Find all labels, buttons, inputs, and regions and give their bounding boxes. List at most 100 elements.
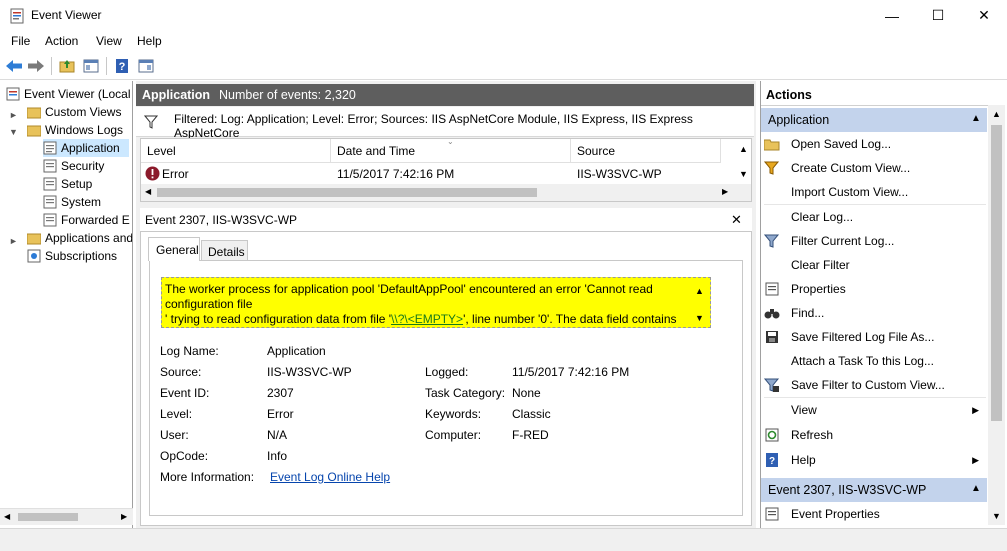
keywords-label: Keywords: <box>425 407 482 421</box>
table-row[interactable]: Error 11/5/2017 7:42:16 PM IIS-W3SVC-WP <box>141 164 735 184</box>
tree-horizontal-scrollbar[interactable]: ◀ ▶ <box>0 508 133 525</box>
actions-vertical-scrollbar[interactable]: ▲ ▼ <box>988 105 1005 525</box>
actions-section-application[interactable]: Application ▲ <box>761 108 987 132</box>
tree-item-windows-logs[interactable]: Windows Logs <box>26 121 124 139</box>
menu-action[interactable]: Action <box>45 34 78 48</box>
event-viewer-icon <box>6 87 20 101</box>
scroll-up-icon[interactable]: ▲ <box>992 109 1001 119</box>
action-import-custom-view[interactable]: Import Custom View... <box>764 181 986 203</box>
tab-details[interactable]: Details <box>201 240 248 260</box>
show-hide-tree-button[interactable] <box>82 57 100 75</box>
log-icon <box>43 159 57 173</box>
scroll-down-icon[interactable]: ▼ <box>992 511 1001 521</box>
collapse-icon[interactable]: ▲ <box>971 483 981 494</box>
menu-help[interactable]: Help <box>137 34 162 48</box>
scroll-left-icon[interactable]: ◀ <box>4 512 10 521</box>
action-label: Save Filtered Log File As... <box>791 330 935 344</box>
help-button[interactable]: ? <box>113 57 131 75</box>
actions-section-event[interactable]: Event 2307, IIS-W3SVC-WP ▲ <box>761 478 987 502</box>
scroll-right-icon[interactable]: ▶ <box>722 187 728 196</box>
scrollbar-thumb[interactable] <box>18 513 78 521</box>
console-tree: Event Viewer (Local ► Custom Views ▼ Win… <box>0 81 133 528</box>
column-header-date[interactable]: Date and Time ⌄ <box>331 137 571 163</box>
grid-vertical-scrollbar[interactable]: ▲ ▼ <box>735 139 751 183</box>
action-event-properties[interactable]: Event Properties <box>764 503 986 525</box>
keywords-value: Classic <box>512 407 551 421</box>
action-properties[interactable]: Properties <box>764 278 986 300</box>
event-id-value: 2307 <box>267 386 294 400</box>
description-text: ' trying to read configuration data from… <box>165 312 392 326</box>
action-filter-current-log[interactable]: Filter Current Log... <box>764 230 986 252</box>
action-create-custom-view[interactable]: Create Custom View... <box>764 157 986 179</box>
maximize-button[interactable]: ☐ <box>915 0 961 31</box>
back-button[interactable] <box>5 57 23 75</box>
action-attach-task[interactable]: Attach a Task To this Log... <box>764 350 986 372</box>
action-find[interactable]: Find... <box>764 302 986 324</box>
collapse-icon[interactable]: ▲ <box>971 113 981 124</box>
tab-general[interactable]: General <box>148 237 200 261</box>
console-tree-icon <box>83 59 99 73</box>
log-icon <box>43 141 57 155</box>
close-window-button[interactable]: ✕ <box>961 0 1007 31</box>
log-icon <box>43 213 57 227</box>
scroll-down-icon[interactable]: ▼ <box>695 311 704 326</box>
show-hide-action-pane-button[interactable] <box>137 57 155 75</box>
column-header-source[interactable]: Source <box>571 139 721 163</box>
submenu-arrow-icon: ▶ <box>972 454 979 465</box>
event-description[interactable]: The worker process for application pool … <box>161 277 711 328</box>
binoculars-icon <box>764 305 780 321</box>
tree-item-security[interactable]: Security <box>43 157 104 175</box>
chevron-right-icon[interactable]: ► <box>9 236 18 246</box>
minimize-button[interactable]: — <box>869 0 915 31</box>
column-header-level[interactable]: Level <box>141 139 331 163</box>
log-name-label: Log Name: <box>160 344 219 358</box>
tree-item-applications-services[interactable]: Applications and <box>26 229 132 247</box>
tree-item-root[interactable]: Event Viewer (Local <box>6 85 131 103</box>
tree-item-subscriptions[interactable]: Subscriptions <box>27 247 117 265</box>
computer-label: Computer: <box>425 428 482 442</box>
sort-icon: ⌄ <box>447 137 454 146</box>
scroll-down-icon[interactable]: ▼ <box>739 169 748 179</box>
scroll-left-icon[interactable]: ◀ <box>145 187 151 196</box>
error-icon <box>145 166 160 184</box>
status-bar <box>0 528 1007 551</box>
tree-item-custom-views[interactable]: Custom Views <box>26 103 121 121</box>
opcode-value: Info <box>267 449 288 463</box>
open-folder-icon <box>764 136 780 152</box>
action-refresh[interactable]: Refresh <box>764 424 986 446</box>
action-help-submenu[interactable]: ? Help ▶ <box>764 449 986 471</box>
tree-item-forwarded-events[interactable]: Forwarded E <box>43 211 130 229</box>
level-value: Error <box>267 407 294 421</box>
chevron-right-icon[interactable]: ► <box>9 110 18 120</box>
scrollbar-thumb[interactable] <box>157 188 537 197</box>
scrollbar-thumb[interactable] <box>991 125 1002 421</box>
chevron-down-icon[interactable]: ▼ <box>9 127 18 137</box>
grid-horizontal-scrollbar[interactable]: ◀ ▶ <box>141 184 751 201</box>
menu-view[interactable]: View <box>96 34 122 48</box>
close-detail-icon[interactable]: ✕ <box>731 212 742 228</box>
tree-item-system[interactable]: System <box>43 193 101 211</box>
tree-item-setup[interactable]: Setup <box>43 175 92 193</box>
menu-file[interactable]: File <box>11 34 30 48</box>
scroll-up-icon[interactable]: ▲ <box>739 144 748 154</box>
action-label: Filter Current Log... <box>791 234 895 248</box>
action-open-saved-log[interactable]: Open Saved Log... <box>764 133 986 155</box>
action-clear-log[interactable]: Clear Log... <box>764 206 986 228</box>
tree-item-application[interactable]: Application <box>43 139 129 157</box>
file-path-link[interactable]: \\?\<EMPTY> <box>391 312 463 326</box>
action-save-filter-custom-view[interactable]: Save Filter to Custom View... <box>764 374 986 396</box>
action-label: Save Filter to Custom View... <box>791 378 945 392</box>
up-folder-button[interactable] <box>58 57 76 75</box>
scroll-right-icon[interactable]: ▶ <box>121 512 127 521</box>
scroll-up-icon[interactable]: ▲ <box>695 284 704 299</box>
filter-description: Filtered: Log: Application; Level: Error… <box>174 112 693 140</box>
tree-item-label: Windows Logs <box>45 123 124 137</box>
forward-button[interactable] <box>27 57 45 75</box>
description-line: ' trying to read configuration data from… <box>165 312 688 327</box>
blank-icon <box>764 184 780 200</box>
action-save-filtered-log[interactable]: Save Filtered Log File As... <box>764 326 986 348</box>
event-log-online-help-link[interactable]: Event Log Online Help <box>270 470 390 484</box>
action-clear-filter[interactable]: Clear Filter <box>764 254 986 276</box>
action-view-submenu[interactable]: View ▶ <box>764 399 986 421</box>
forward-arrow-icon <box>28 60 44 72</box>
